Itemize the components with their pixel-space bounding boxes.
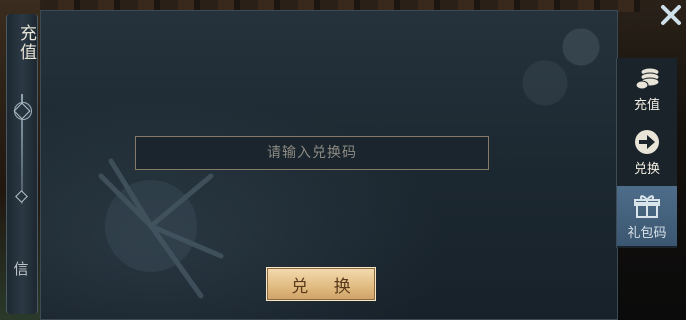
left-title: 充值 — [16, 24, 36, 62]
small-diamond-icon — [15, 190, 28, 203]
redeem-button[interactable]: 兑 换 — [266, 267, 376, 301]
close-button[interactable] — [658, 2, 684, 28]
redeem-code-input[interactable] — [135, 136, 489, 170]
tab-gift-code-label: 礼包码 — [627, 226, 667, 241]
tab-exchange[interactable]: 兑换 — [617, 122, 677, 182]
tab-exchange-label: 兑换 — [633, 162, 660, 177]
side-tab-bar: 充值 兑换 礼包码 — [616, 58, 677, 248]
tab-gift-code[interactable]: 礼包码 — [617, 186, 677, 246]
exchange-icon — [635, 130, 659, 154]
coins-icon — [635, 67, 660, 90]
tab-recharge[interactable]: 充值 — [617, 58, 677, 118]
close-icon — [661, 5, 681, 25]
gift-icon — [634, 195, 660, 218]
left-bottom-char: 信 — [13, 260, 29, 278]
fan-decoration-icon — [98, 158, 224, 299]
flower-decoration — [497, 11, 617, 131]
tab-recharge-label: 充值 — [633, 98, 660, 113]
